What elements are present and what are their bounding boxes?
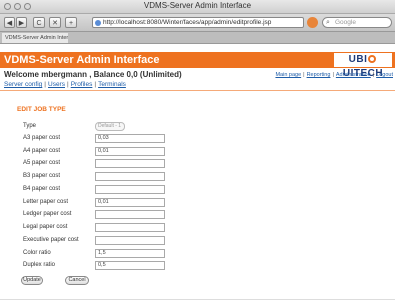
type-select[interactable]: Default - 1 [95,122,125,131]
link-users[interactable]: Users [48,81,65,88]
welcome-text: Welcome mbergmann , Balance 0,0 (Unlimit… [4,70,182,79]
forward-button[interactable]: ▶ [16,17,27,28]
form-row: Letter paper cost 0,01 [23,198,183,208]
nav-separator: | [303,72,305,78]
back-button[interactable]: ◀ [4,17,15,28]
link-terminals[interactable]: Terminals [98,81,126,88]
link-profiles[interactable]: Profiles [71,81,93,88]
field-label: Legal paper cost [23,224,68,230]
a3-paper-cost-input[interactable]: 0,03 [95,134,165,143]
reload-button[interactable]: C [33,17,45,28]
stop-button[interactable]: ✕ [49,17,61,28]
link-server-config[interactable]: Server config [4,81,42,88]
section-title: EDIT JOB TYPE [17,106,66,113]
ubiquitech-logo: UBIUITECH [334,53,392,79]
rss-icon[interactable] [307,17,318,28]
form-row-type: Type Default - 1 [23,122,183,132]
app-title: VDMS-Server Admin Interface [4,54,160,66]
nav-separator: | [332,72,334,78]
footer-divider [0,299,395,300]
duplex-ratio-input[interactable]: 0,5 [95,261,165,270]
add-bookmark-button[interactable]: + [65,17,77,28]
link-reporting[interactable]: Reporting [307,72,331,78]
field-label: Duplex ratio [23,262,56,268]
form-row: A3 paper cost 0,03 [23,134,183,144]
header-divider [0,90,395,91]
site-globe-icon [95,20,101,26]
b3-paper-cost-input[interactable] [95,172,165,181]
field-label: Color ratio [23,250,51,256]
logo-ring-icon [368,55,377,63]
a5-paper-cost-input[interactable] [95,159,165,168]
search-placeholder: Google [335,19,356,26]
field-label: Executive paper cost [23,237,79,243]
browser-toolbar: ◀ ▶ C ✕ + http://localhost:8080/Winter/f… [0,14,395,32]
form-row: A5 paper cost [23,159,183,169]
window-title: VDMS-Server Admin Interface [143,1,252,10]
link-logout[interactable]: Logout [376,72,393,78]
legal-paper-cost-input[interactable] [95,223,165,232]
link-administration[interactable]: Administration [336,72,371,78]
field-label: A4 paper cost [23,148,61,154]
link-main-page[interactable]: Main page [275,72,301,78]
search-icon: ⌕ [326,19,330,26]
nav-separator: | [372,72,375,78]
form-row: Legal paper cost [23,223,183,233]
browser-window: VDMS-Server Admin Interface ◀ ▶ C ✕ + ht… [0,0,395,305]
cancel-button[interactable]: Cancel [65,276,89,285]
nav-separator: | [94,81,97,88]
top-nav: Main page | Reporting | Administration | Logou… [275,72,393,78]
title-bar: VDMS-Server Admin Interface [0,0,395,14]
field-label: B3 paper cost [23,173,61,179]
field-label: Ledger paper cost [23,211,72,217]
update-button[interactable]: Update [21,276,43,285]
form-row: B3 paper cost [23,172,183,182]
search-input[interactable]: ⌕ Google [322,17,392,28]
sub-nav: Server config | Users | Profiles | Terminals [4,81,126,88]
b4-paper-cost-input[interactable] [95,185,165,194]
form-row: Executive paper cost [23,236,183,246]
field-label: A5 paper cost [23,160,61,166]
form-row: B4 paper cost [23,185,183,195]
field-label: Letter paper cost [23,199,69,205]
tab-bar: VDMS-Server Admin Interface [0,32,395,44]
logo-text-left: UBI [348,54,368,65]
address-bar[interactable]: http://localhost:8080/Winter/faces/app/a… [92,17,304,28]
tab-admin-interface[interactable]: VDMS-Server Admin Interface [2,33,68,43]
form-row: A4 paper cost 0,01 [23,147,183,157]
a4-paper-cost-input[interactable]: 0,01 [95,147,165,156]
letter-paper-cost-input[interactable]: 0,01 [95,198,165,207]
color-ratio-input[interactable]: 1,5 [95,249,165,258]
field-label: B4 paper cost [23,186,61,192]
form-row: Duplex ratio 0,5 [23,261,183,271]
type-label: Type [23,123,37,129]
executive-paper-cost-input[interactable] [95,236,165,245]
form-row: Ledger paper cost [23,210,183,220]
url-text: http://localhost:8080/Winter/faces/app/a… [103,19,272,26]
app-header: VDMS-Server Admin Interface UBIUITECH [0,52,395,79]
field-label: A3 paper cost [23,135,61,141]
nav-separator: | [66,81,69,88]
ledger-paper-cost-input[interactable] [95,210,165,219]
form-row: Color ratio 1,5 [23,249,183,259]
nav-separator: | [44,81,46,88]
